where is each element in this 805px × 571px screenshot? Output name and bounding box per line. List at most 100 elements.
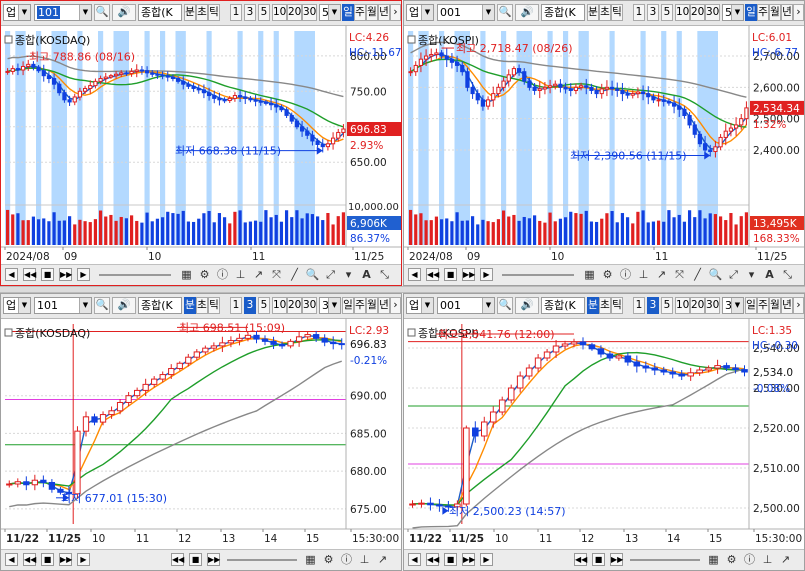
draw-icon[interactable]: ↗ bbox=[251, 267, 266, 282]
period-button-3[interactable]: 3 bbox=[647, 4, 659, 21]
kosdaq-daily-chart[interactable]: 800.00750.00700.00650.0010,000.002024/08… bbox=[1, 25, 401, 267]
search-button[interactable]: 🔍 bbox=[497, 4, 513, 21]
arrow-down-icon[interactable]: ▾ bbox=[744, 267, 759, 282]
second-button[interactable]: 초 bbox=[599, 297, 611, 314]
stop-button-2[interactable]: ■ bbox=[189, 553, 202, 566]
minute-button[interactable]: 분 bbox=[587, 297, 599, 314]
scroll-next[interactable]: ▶▶ bbox=[462, 268, 475, 281]
period-count-select[interactable]: 5 ▼ bbox=[319, 4, 341, 21]
nav-next[interactable]: › bbox=[390, 297, 401, 314]
name-field[interactable]: 종합(K bbox=[138, 4, 182, 21]
period-button-3[interactable]: 3 bbox=[244, 297, 256, 314]
indicator-icon[interactable]: ⓘ bbox=[215, 267, 230, 282]
line-icon[interactable]: ╱ bbox=[287, 267, 302, 282]
speaker-icon[interactable]: 🔊 bbox=[515, 4, 539, 21]
view-day[interactable]: 일 bbox=[342, 4, 354, 21]
kospi-intraday-chart[interactable]: 2,540.002,530.002,520.002,510.002,500.00… bbox=[404, 318, 804, 550]
settings-icon[interactable]: ⚙ bbox=[197, 267, 212, 282]
name-field[interactable]: 종합(K bbox=[138, 297, 182, 314]
code-input[interactable]: 001 ▼ bbox=[437, 297, 495, 314]
market-select[interactable]: 업 ▼ bbox=[3, 4, 31, 21]
grid-icon[interactable]: ▦ bbox=[179, 267, 194, 282]
draw-icon[interactable]: ↗ bbox=[375, 552, 390, 567]
period-button-5[interactable]: 5 bbox=[661, 4, 673, 21]
stop-button[interactable]: ■ bbox=[444, 268, 457, 281]
zoom-slider[interactable] bbox=[630, 559, 700, 561]
scroll-next[interactable]: ▶▶ bbox=[59, 268, 72, 281]
view-month[interactable]: 월 bbox=[366, 4, 378, 21]
font-button[interactable]: A bbox=[359, 267, 374, 282]
period-button-1[interactable]: 1 bbox=[230, 297, 242, 314]
period-button-10[interactable]: 10 bbox=[675, 4, 690, 21]
view-week[interactable]: 주 bbox=[354, 4, 366, 21]
code-input[interactable]: 101 ▼ bbox=[34, 4, 92, 21]
kosdaq-intraday-chart[interactable]: 690.00 685.00 680.00 675.00 11/22 11/25 10 11 12… bbox=[1, 318, 401, 550]
view-week[interactable]: 주 bbox=[354, 297, 366, 314]
indicator-icon[interactable]: ⓘ bbox=[618, 267, 633, 282]
scroll-prev[interactable]: ◀◀ bbox=[426, 268, 439, 281]
scroll-last[interactable]: ▶ bbox=[77, 553, 90, 566]
period-button-30[interactable]: 30 bbox=[302, 4, 317, 21]
view-year[interactable]: 년 bbox=[378, 297, 390, 314]
code-input[interactable]: 101 ▼ bbox=[34, 297, 92, 314]
period-button-1[interactable]: 1 bbox=[230, 4, 242, 21]
period-count-select[interactable]: 3 ▼ bbox=[722, 297, 744, 314]
scroll-last[interactable]: ▶ bbox=[480, 553, 493, 566]
stop-button[interactable]: ■ bbox=[444, 553, 457, 566]
scroll-first[interactable]: ◀ bbox=[5, 553, 18, 566]
period-button-20[interactable]: 20 bbox=[690, 4, 705, 21]
nav-next[interactable]: › bbox=[793, 297, 804, 314]
grid-icon[interactable]: ▦ bbox=[706, 552, 721, 567]
grid-icon[interactable]: ▦ bbox=[303, 552, 318, 567]
period-count-select[interactable]: 5 ▼ bbox=[722, 4, 744, 21]
nav-next[interactable]: › bbox=[390, 4, 401, 21]
scroll-next[interactable]: ▶▶ bbox=[462, 553, 475, 566]
view-week[interactable]: 주 bbox=[757, 4, 769, 21]
zoom-slider[interactable] bbox=[99, 274, 171, 276]
settings-icon[interactable]: ⚙ bbox=[600, 267, 615, 282]
scroll-prev[interactable]: ◀◀ bbox=[23, 553, 36, 566]
speaker-icon[interactable]: 🔊 bbox=[515, 297, 539, 314]
second-button[interactable]: 초 bbox=[196, 297, 208, 314]
search-button[interactable]: 🔍 bbox=[94, 297, 110, 314]
stop-button-2[interactable]: ■ bbox=[592, 553, 605, 566]
scroll-last[interactable]: ▶ bbox=[480, 268, 493, 281]
period-button-10[interactable]: 10 bbox=[675, 297, 690, 314]
period-button-10[interactable]: 10 bbox=[272, 4, 287, 21]
tick-button[interactable]: 틱 bbox=[611, 297, 623, 314]
scroll-next[interactable]: ▶▶ bbox=[59, 553, 72, 566]
minute-button[interactable]: 분 bbox=[184, 4, 196, 21]
expand-icon[interactable]: ⤢ bbox=[726, 267, 741, 282]
scroll-first[interactable]: ◀ bbox=[408, 268, 421, 281]
period-button-3[interactable]: 3 bbox=[244, 4, 256, 21]
tick-button[interactable]: 틱 bbox=[208, 4, 220, 21]
period-button-20[interactable]: 20 bbox=[287, 4, 302, 21]
indicator-icon[interactable]: ⓘ bbox=[742, 552, 757, 567]
nav-next[interactable]: › bbox=[793, 4, 804, 21]
search-button[interactable]: 🔍 bbox=[94, 4, 110, 21]
second-button[interactable]: 초 bbox=[599, 4, 611, 21]
period-button-30[interactable]: 30 bbox=[302, 297, 317, 314]
arrow-down-icon[interactable]: ▾ bbox=[341, 267, 356, 282]
kospi-daily-chart[interactable]: 2,700.002,600.002,500.002,400.002024/08 0… bbox=[404, 25, 804, 267]
search-icon[interactable]: 🔍 bbox=[305, 267, 320, 282]
crosshair-icon[interactable]: ⊥ bbox=[760, 552, 775, 567]
font-button[interactable]: A bbox=[762, 267, 777, 282]
crosshair-icon[interactable]: ⊥ bbox=[636, 267, 651, 282]
crosshair-icon[interactable]: ⊥ bbox=[357, 552, 372, 567]
stop-button[interactable]: ■ bbox=[41, 553, 54, 566]
period-button-5[interactable]: 5 bbox=[661, 297, 673, 314]
indicator-icon[interactable]: ⓘ bbox=[339, 552, 354, 567]
view-year[interactable]: 년 bbox=[781, 297, 793, 314]
market-select[interactable]: 업 ▼ bbox=[406, 4, 434, 21]
settings-icon[interactable]: ⚙ bbox=[724, 552, 739, 567]
view-month[interactable]: 월 bbox=[769, 297, 781, 314]
period-count-select[interactable]: 3 ▼ bbox=[319, 297, 341, 314]
scroll-next-2[interactable]: ▶▶ bbox=[207, 553, 220, 566]
minute-button[interactable]: 분 bbox=[587, 4, 599, 21]
scroll-first[interactable]: ◀ bbox=[408, 553, 421, 566]
view-year[interactable]: 년 bbox=[378, 4, 390, 21]
period-button-5[interactable]: 5 bbox=[258, 297, 270, 314]
market-select[interactable]: 업 ▼ bbox=[3, 297, 31, 314]
fibo-icon[interactable]: ⤧ bbox=[672, 267, 687, 282]
